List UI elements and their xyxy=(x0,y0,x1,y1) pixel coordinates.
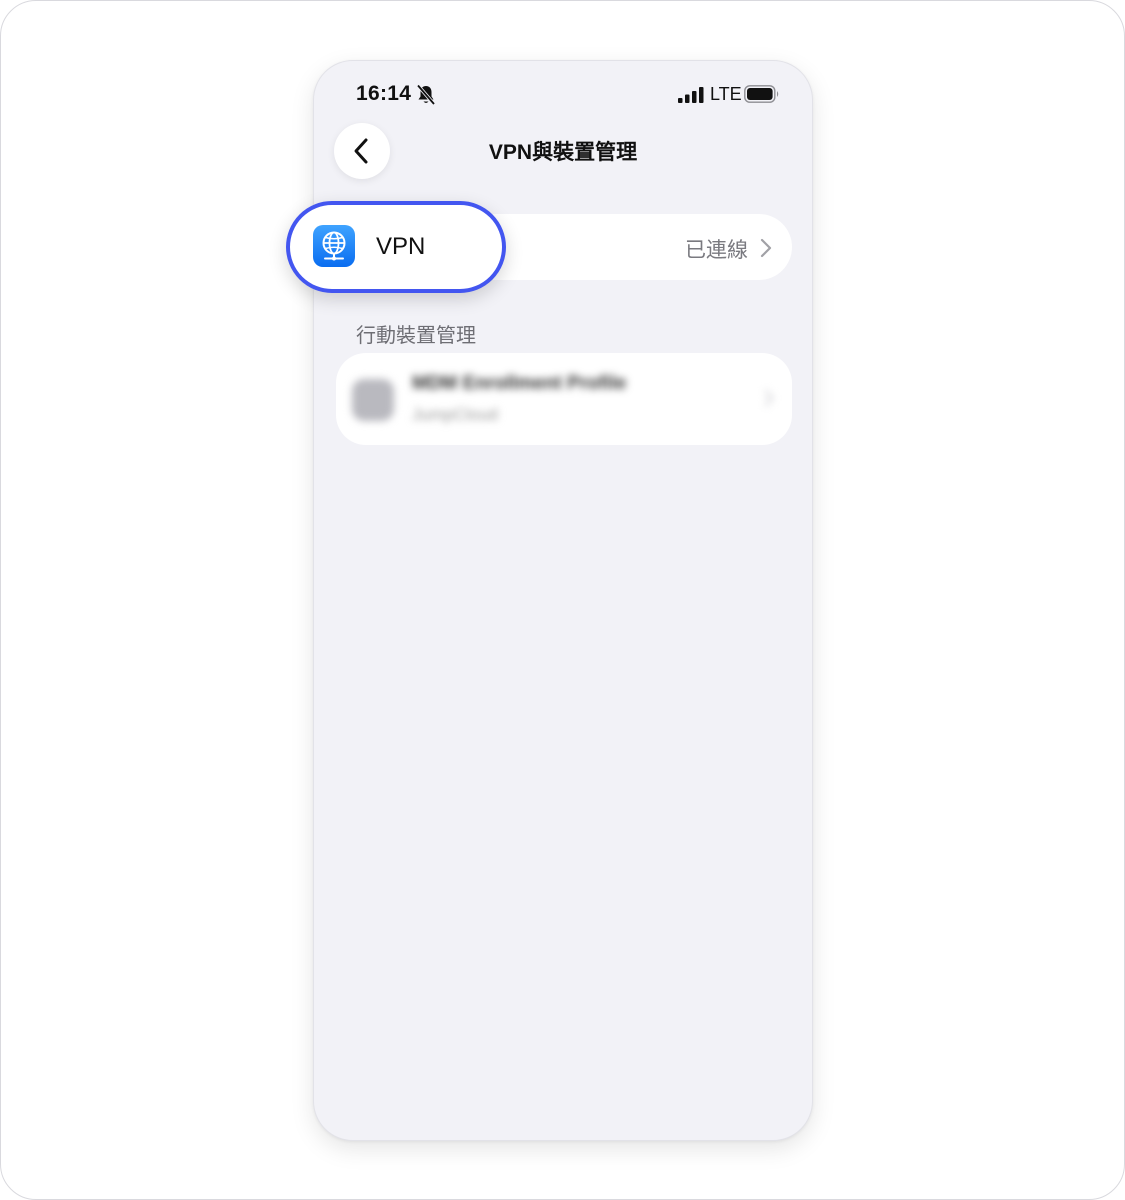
vpn-highlight-callout[interactable]: VPN xyxy=(286,201,506,293)
vpn-status: 已連線 xyxy=(685,239,748,262)
globe-network-icon xyxy=(313,225,355,267)
vpn-label: VPN xyxy=(376,233,426,260)
status-bar: 16:14 LTE xyxy=(314,61,812,127)
globe-icon xyxy=(322,231,346,261)
bell-slash-icon xyxy=(416,84,436,106)
mdm-profile-row[interactable]: MDM Enrollment Profile JumpCloud xyxy=(336,353,792,445)
signal-icon xyxy=(678,87,704,103)
status-time: 16:14 xyxy=(356,82,412,105)
network-type: LTE xyxy=(710,84,742,104)
profile-icon xyxy=(352,379,394,421)
mdm-profile-title: MDM Enrollment Profile xyxy=(412,373,627,394)
chevron-right-icon xyxy=(765,390,774,406)
battery-icon xyxy=(744,85,779,103)
page-title: VPN與裝置管理 xyxy=(488,141,638,164)
chevron-right-icon xyxy=(760,238,772,258)
navigation-bar: VPN與裝置管理 xyxy=(314,123,812,189)
section-header-device-management: 行動裝置管理 xyxy=(356,325,476,347)
mdm-profile-subtitle: JumpCloud xyxy=(412,405,498,424)
